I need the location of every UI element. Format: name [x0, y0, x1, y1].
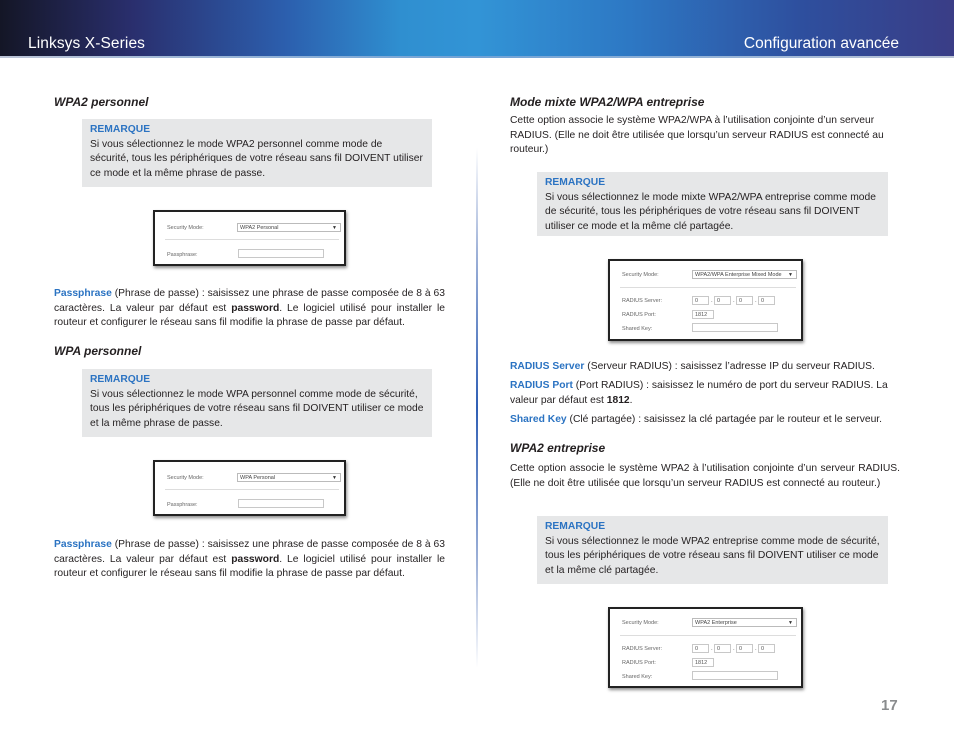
security-mode-value: WPA2 Personal: [240, 225, 279, 231]
section-heading-wpa-personal: WPA personnel: [54, 344, 142, 358]
screenshot-wpa2-personal: Security Mode: WPA2 Personal ▼ Passphras…: [153, 210, 346, 266]
radius-port-label: RADIUS Port:: [622, 312, 656, 318]
divider: [620, 635, 796, 636]
term-radius-port: RADIUS Port: [510, 380, 573, 391]
ip-dot: .: [733, 298, 735, 304]
security-mode-value: WPA2 Enterprise: [695, 620, 737, 626]
shared-key-label: Shared Key:: [622, 674, 653, 680]
note-label: REMARQUE: [90, 124, 151, 135]
intro-wpa2-enterprise: Cette option associe le système WPA2 à l…: [510, 463, 900, 489]
term-passphrase: Passphrase: [54, 539, 112, 550]
note-label: REMARQUE: [545, 177, 606, 188]
security-mode-label: Security Mode:: [622, 272, 659, 278]
ip-dot: .: [733, 646, 735, 652]
definition-shared-key: Shared Key (Clé partagée) : saisissez la…: [510, 413, 902, 428]
column-divider: [476, 148, 478, 668]
screenshot-wpa2-enterprise: Security Mode: WPA2 Enterprise ▼ RADIUS …: [608, 607, 803, 688]
radius-port-input[interactable]: 1812: [692, 310, 714, 319]
radius-port-input[interactable]: 1812: [692, 658, 714, 667]
dropdown-arrow-icon: ▼: [332, 475, 337, 481]
radius-server-octet-2[interactable]: 0: [714, 296, 731, 305]
radius-server-octet-3[interactable]: 0: [736, 644, 753, 653]
definition-text: (Clé partagée) : saisissez la clé partag…: [566, 414, 883, 425]
note-text: Si vous sélectionnez le mode WPA personn…: [90, 388, 424, 429]
definition-text: .: [629, 394, 633, 406]
definition-radius-port: RADIUS Port (Port RADIUS) : saisissez le…: [510, 379, 902, 408]
security-mode-select[interactable]: WPA2/WPA Enterprise Mixed Mode ▼: [692, 270, 797, 279]
radius-server-octet-2[interactable]: 0: [714, 644, 731, 653]
divider: [165, 239, 339, 240]
radius-server-octet-1[interactable]: 0: [692, 296, 709, 305]
shared-key-input[interactable]: [692, 323, 778, 332]
chapter-title: Configuration avancée: [743, 35, 899, 52]
default-value: 1812: [606, 394, 630, 406]
ip-dot: .: [755, 298, 757, 304]
note-text: Si vous sélectionnez le mode WPA2 entrep…: [545, 535, 880, 576]
definition-radius-server: RADIUS Server (Serveur RADIUS) : saisiss…: [510, 360, 902, 375]
passphrase-input[interactable]: [238, 249, 324, 258]
section-heading-mixed-enterprise: Mode mixte WPA2/WPA entreprise: [510, 95, 705, 109]
product-title: Linksys X-Series: [28, 35, 146, 52]
passphrase-description-2: Passphrase (Phrase de passe) : saisissez…: [54, 538, 445, 582]
note-label: REMARQUE: [90, 374, 151, 385]
ip-dot: .: [711, 298, 713, 304]
section-heading-wpa2-personal: WPA2 personnel: [54, 95, 149, 109]
shared-key-label: Shared Key:: [622, 326, 653, 332]
radius-port-label: RADIUS Port:: [622, 660, 656, 666]
note-text: Si vous sélectionnez le mode WPA2 person…: [90, 138, 423, 179]
default-value: password: [231, 553, 280, 565]
passphrase-description-1: Passphrase (Phrase de passe) : saisissez…: [54, 287, 445, 331]
dropdown-arrow-icon: ▼: [788, 620, 793, 626]
term-shared-key: Shared Key: [510, 414, 567, 425]
intro-mixed-enterprise: Cette option associe le système WPA2/WPA…: [510, 115, 884, 156]
note-label: REMARQUE: [545, 521, 606, 532]
radius-server-label: RADIUS Server:: [622, 646, 663, 652]
term-passphrase: Passphrase: [54, 288, 112, 299]
dropdown-arrow-icon: ▼: [788, 272, 793, 278]
term-radius-server: RADIUS Server: [510, 361, 585, 372]
divider: [165, 489, 339, 490]
radius-server-octet-4[interactable]: 0: [758, 296, 775, 305]
security-mode-value: WPA Personal: [240, 475, 276, 481]
security-mode-label: Security Mode:: [167, 475, 204, 481]
note-mixed-enterprise: REMARQUE Si vous sélectionnez le mode mi…: [537, 172, 888, 236]
radius-server-label: RADIUS Server:: [622, 298, 663, 304]
ip-dot: .: [711, 646, 713, 652]
page-header-banner: Linksys X-Series Configuration avancée: [0, 0, 954, 58]
security-mode-label: Security Mode:: [167, 225, 204, 231]
definition-text: (Serveur RADIUS) : saisissez l’adresse I…: [584, 361, 875, 372]
note-wpa2-enterprise: REMARQUE Si vous sélectionnez le mode WP…: [537, 516, 888, 584]
dropdown-arrow-icon: ▼: [332, 225, 337, 231]
note-text: Si vous sélectionnez le mode mixte WPA2/…: [545, 191, 876, 232]
screenshot-wpa-personal: Security Mode: WPA Personal ▼ Passphrase…: [153, 460, 346, 516]
note-wpa-personal: REMARQUE Si vous sélectionnez le mode WP…: [82, 369, 432, 437]
section-heading-wpa2-enterprise: WPA2 entreprise: [510, 441, 606, 455]
divider: [620, 287, 796, 288]
security-mode-label: Security Mode:: [622, 620, 659, 626]
security-mode-value: WPA2/WPA Enterprise Mixed Mode: [695, 272, 782, 278]
security-mode-select[interactable]: WPA2 Enterprise ▼: [692, 618, 797, 627]
shared-key-input[interactable]: [692, 671, 778, 680]
passphrase-label: Passphrase:: [167, 252, 198, 258]
default-value: password: [231, 302, 280, 314]
radius-server-octet-3[interactable]: 0: [736, 296, 753, 305]
passphrase-label: Passphrase:: [167, 502, 198, 508]
ip-dot: .: [755, 646, 757, 652]
passphrase-input[interactable]: [238, 499, 324, 508]
security-mode-select[interactable]: WPA2 Personal ▼: [237, 223, 341, 232]
security-mode-select[interactable]: WPA Personal ▼: [237, 473, 341, 482]
radius-server-octet-4[interactable]: 0: [758, 644, 775, 653]
page-number: 17: [881, 697, 898, 714]
note-wpa2-personal: REMARQUE Si vous sélectionnez le mode WP…: [82, 119, 432, 187]
screenshot-mixed-enterprise: Security Mode: WPA2/WPA Enterprise Mixed…: [608, 259, 803, 341]
radius-server-octet-1[interactable]: 0: [692, 644, 709, 653]
